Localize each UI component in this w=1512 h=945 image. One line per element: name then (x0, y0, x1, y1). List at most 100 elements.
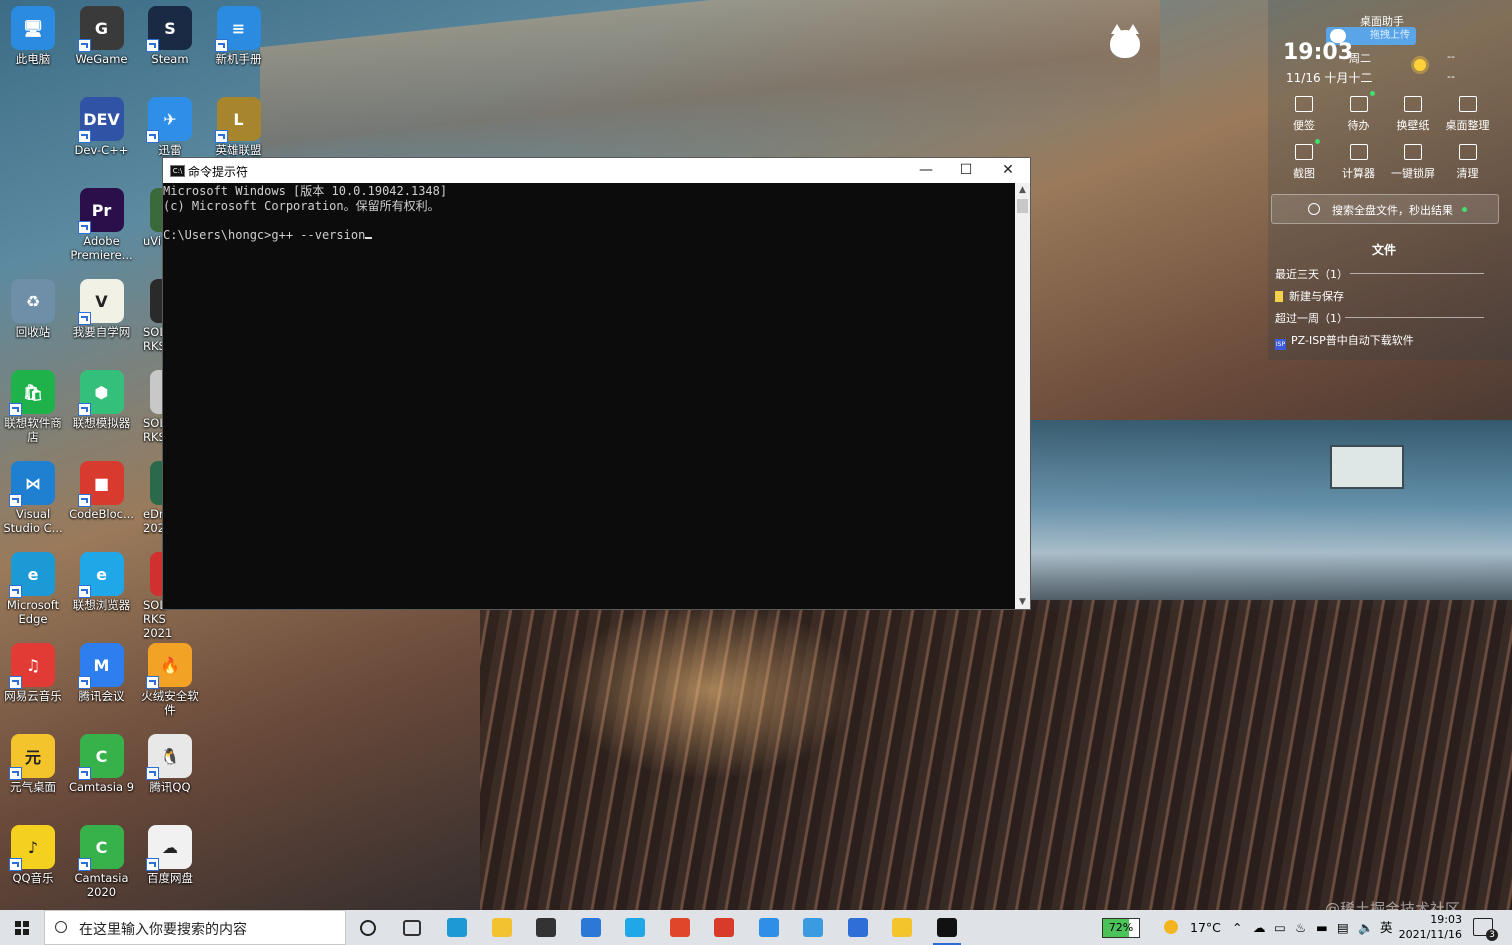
cloud-icon[interactable]: ☁ (1253, 910, 1266, 945)
mic-icon[interactable]: ♨ (1295, 910, 1306, 945)
windows-logo-icon (15, 921, 29, 935)
console-prompt-line[interactable]: C:\Users\hongc>g++ --version (163, 228, 1015, 243)
widget-tool-button[interactable]: 一键锁屏 (1385, 144, 1441, 181)
desktop-icon[interactable]: ✈ 迅雷 (137, 97, 203, 157)
shortcut-arrow-icon (9, 494, 22, 507)
widget-tool-button[interactable]: 截图 (1276, 139, 1332, 181)
cmd-scrollbar[interactable]: ▲ ▼ (1015, 183, 1030, 609)
desktop-icon[interactable]: G WeGame (69, 6, 135, 66)
desktop-icon[interactable]: ⋈ Visual Studio C... (0, 461, 66, 535)
taskbar-app-file-explorer[interactable] (480, 910, 524, 945)
battery-icon[interactable]: ▬ (1316, 910, 1328, 945)
widget-tool-button[interactable]: 换壁纸 (1385, 96, 1441, 133)
desktop-icon[interactable]: ⬢ 联想模拟器 (69, 370, 135, 430)
scroll-thumb[interactable] (1017, 199, 1028, 213)
desktop-icon[interactable]: ♫ 网易云音乐 (0, 643, 66, 703)
desktop-icon[interactable]: V 我要自学网 (69, 279, 135, 339)
taskbar-app-office-2[interactable] (702, 910, 746, 945)
desktop-icon[interactable]: M 腾讯会议 (69, 643, 135, 703)
desktop-icon[interactable]: DEV Dev-C++ (69, 97, 135, 157)
app-icon: ⬢ (77, 370, 124, 416)
file-item[interactable]: 新建与保存 (1275, 288, 1344, 304)
file-item[interactable]: ISP PZ-ISP普中自动下载软件 (1275, 332, 1414, 350)
scroll-down-icon[interactable]: ▼ (1015, 595, 1030, 609)
desktop-icon[interactable]: e Microsoft Edge (0, 552, 66, 626)
chevron-up-icon[interactable]: ⌃ (1232, 910, 1242, 945)
desktop-icon[interactable]: C Camtasia 9 (69, 734, 135, 794)
file-search-box[interactable]: 搜索全盘文件，秒出结果 (1271, 194, 1499, 224)
shortcut-arrow-icon (146, 39, 159, 52)
widget-tool-button[interactable]: 清理 (1440, 144, 1496, 181)
desktop-icon[interactable]: 🔥 火绒安全软件 (137, 643, 203, 717)
sun-weather-icon[interactable] (1409, 54, 1431, 76)
taskbar-app-cmd[interactable] (925, 910, 969, 945)
shortcut-arrow-icon (77, 585, 91, 598)
taskbar-app-task-view[interactable] (391, 910, 435, 945)
app-icon: ⋈ (9, 461, 55, 507)
shortcut-arrow-icon (146, 130, 159, 143)
desktop-icon[interactable]: ♻ 回收站 (0, 279, 66, 339)
taskbar-app-edge[interactable] (435, 910, 479, 945)
start-button[interactable] (0, 910, 44, 945)
taskbar-search-box[interactable]: 在这里输入你要搜索的内容 (44, 910, 346, 945)
app-icon: C (77, 825, 124, 871)
monitor-icon[interactable]: ▭ (1274, 910, 1286, 945)
weather-icon[interactable] (1164, 910, 1178, 945)
taskbar-app-store[interactable] (524, 910, 568, 945)
note-icon (1275, 291, 1283, 302)
desktop-icon[interactable]: ■ CodeBloc... (69, 461, 135, 521)
desktop-icon[interactable]: S Steam (137, 6, 203, 66)
widget-tool-button[interactable]: 桌面整理 (1440, 96, 1496, 133)
taskbar-app-cortana[interactable] (346, 910, 390, 945)
tool-icon (1295, 96, 1313, 112)
desktop-icon[interactable]: 🛍 联想软件商店 (0, 370, 66, 444)
desktop-icon[interactable]: L 英雄联盟 (206, 97, 272, 157)
app-icon: ♻ (11, 279, 55, 323)
desktop-icon[interactable]: e 联想浏览器 (69, 552, 135, 612)
desktop-icon[interactable]: ≡ 新机手册 (206, 6, 272, 66)
cmd-window[interactable]: C:\ 命令提示符 — ☐ ✕ Microsoft Windows [版本 10… (163, 158, 1030, 609)
shortcut-arrow-icon (146, 767, 159, 780)
older-group[interactable]: 超过一周（1） (1275, 310, 1348, 326)
widget-tool-button[interactable]: 便签 (1276, 96, 1332, 133)
taskbar-app-yuanqi[interactable] (880, 910, 924, 945)
desktop-icon[interactable]: 🖥 此电脑 (0, 6, 66, 66)
widget-tool-button[interactable]: 待办 (1331, 91, 1387, 133)
maximize-button[interactable]: ☐ (946, 158, 986, 183)
minimize-button[interactable]: — (906, 158, 946, 183)
tool-label: 清理 (1456, 167, 1479, 180)
taskbar-app-mail[interactable] (569, 910, 613, 945)
ime-indicator[interactable]: 英 (1380, 910, 1393, 945)
taskbar-app-photos[interactable] (836, 910, 880, 945)
desktop-icon[interactable]: ♪ QQ音乐 (0, 825, 66, 885)
desktop-icon[interactable]: ☁ 百度网盘 (137, 825, 203, 885)
taskbar-search-placeholder: 在这里输入你要搜索的内容 (79, 922, 247, 938)
tool-icon (1458, 144, 1477, 160)
cat-widget-icon[interactable] (1110, 24, 1140, 58)
desktop-icon[interactable]: Pr Adobe Premiere... (69, 188, 135, 262)
desktop-icon[interactable]: 🐧 腾讯QQ (137, 734, 203, 794)
lenovo-browser-icon (625, 918, 645, 937)
cmd-title-bar[interactable]: C:\ 命令提示符 — ☐ ✕ (163, 158, 1030, 183)
taskbar-app-xunlei[interactable] (747, 910, 791, 945)
scroll-up-icon[interactable]: ▲ (1015, 183, 1030, 197)
tool-label: 便签 (1293, 119, 1315, 132)
volume-muted-icon[interactable]: 🔈 (1358, 910, 1374, 945)
system-clock[interactable]: 19:03 2021/11/16 (1398, 912, 1462, 942)
recent-group[interactable]: 最近三天（1） (1275, 266, 1348, 282)
widget-tool-button[interactable]: 计算器 (1331, 144, 1387, 181)
battery-indicator[interactable]: 72% (1102, 918, 1140, 938)
weather-temp[interactable]: 17°C (1190, 910, 1221, 945)
taskbar-app-office[interactable] (658, 910, 702, 945)
taskbar-app-baidu-netdisk[interactable] (791, 910, 835, 945)
desktop-icon[interactable]: 元元气桌面 (0, 734, 66, 794)
cmd-console-output[interactable]: Microsoft Windows [版本 10.0.19042.1348] (c… (163, 183, 1015, 609)
notification-center-icon[interactable]: 3 (1473, 918, 1498, 941)
app-icon: S (146, 6, 192, 52)
desktop-icon[interactable]: C Camtasia 2020 (69, 825, 135, 899)
file-explorer-icon (491, 918, 512, 937)
network-icon[interactable]: ▤ (1337, 910, 1349, 945)
taskbar-app-lenovo-browser[interactable] (613, 910, 657, 945)
close-button[interactable]: ✕ (988, 158, 1028, 183)
